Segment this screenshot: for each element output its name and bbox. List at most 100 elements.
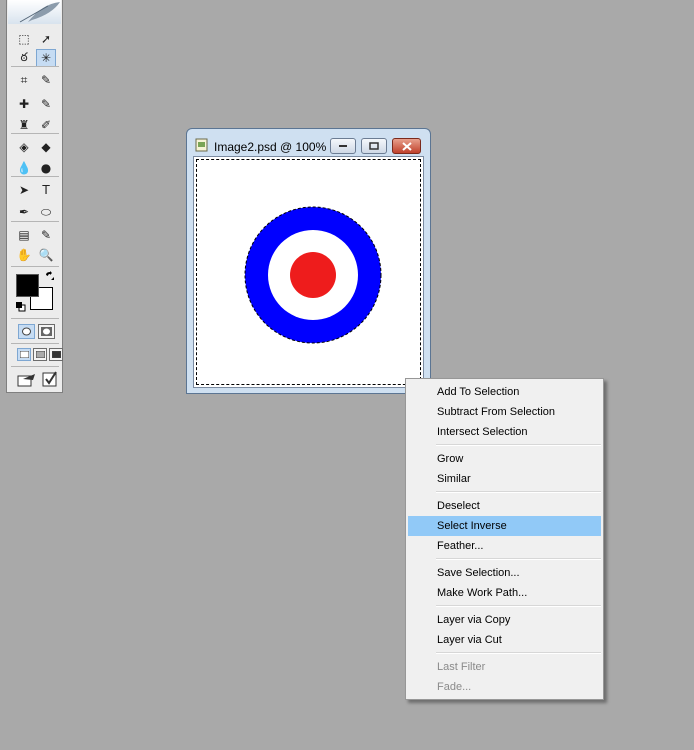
notes-tool-button[interactable]: ▤ [14, 226, 34, 244]
tool-presets-button[interactable] [40, 370, 60, 388]
ellipse-shape-tool-button[interactable]: ⬭ [36, 203, 56, 221]
toolbox-divider [11, 133, 59, 134]
brush-tool-button[interactable]: ✎ [36, 95, 56, 113]
menu-separator [436, 444, 601, 446]
dodge-icon: ● [40, 161, 52, 175]
menu-item-similar[interactable]: Similar [408, 469, 601, 489]
full-screen-menu-mode-button[interactable] [33, 348, 47, 361]
menu-item-make-work-path[interactable]: Make Work Path... [408, 583, 601, 603]
menu-item-select-inverse[interactable]: Select Inverse [408, 516, 601, 536]
menu-item-layer-via-cut[interactable]: Layer via Cut [408, 630, 601, 650]
eraser-icon: ◈ [19, 140, 29, 154]
hand-tool-button[interactable]: ✋ [14, 246, 34, 264]
toolbox-divider [11, 176, 59, 177]
toolbox-divider [11, 66, 59, 67]
pen-tool-button[interactable]: ✒ [14, 203, 34, 221]
type-tool-button[interactable]: T [36, 181, 56, 199]
close-button[interactable] [392, 138, 421, 154]
psd-document-icon [195, 138, 208, 152]
menu-item-deselect[interactable]: Deselect [408, 496, 601, 516]
maximize-button[interactable] [361, 138, 387, 154]
magic-wand-tool-button[interactable]: ✳ [36, 49, 56, 67]
eyedropper-icon: ✎ [40, 228, 52, 242]
menu-item-feather[interactable]: Feather... [408, 536, 601, 556]
foreground-color-swatch[interactable] [16, 274, 39, 297]
hand-icon: ✋ [16, 248, 32, 262]
toolbox-divider [11, 266, 59, 267]
dodge-tool-button[interactable]: ● [36, 159, 56, 177]
menu-item-last-filter[interactable]: Last Filter [408, 657, 601, 677]
document-title: Image2.psd @ 100% (... [214, 140, 344, 154]
standard-mode-button[interactable] [18, 324, 35, 339]
minimize-icon [339, 145, 347, 147]
magic-wand-icon: ✳ [40, 51, 52, 65]
quick-mask-mode-button[interactable] [38, 324, 55, 339]
menu-separator [436, 558, 601, 560]
blur-tool-button[interactable]: 💧 [14, 159, 34, 177]
jump-to-imageready-button[interactable] [16, 370, 38, 388]
history-brush-icon: ✐ [40, 118, 52, 132]
menu-item-subtract-from-selection[interactable]: Subtract From Selection [408, 402, 601, 422]
menu-item-layer-via-copy[interactable]: Layer via Copy [408, 610, 601, 630]
screen-mode-menu-icon [35, 351, 45, 358]
screen-mode-standard-icon [19, 351, 29, 358]
menu-item-save-selection[interactable]: Save Selection... [408, 563, 601, 583]
feather-logo-icon [19, 2, 60, 23]
zoom-tool-button[interactable]: 🔍 [36, 246, 56, 264]
eraser-tool-button[interactable]: ◈ [14, 138, 34, 156]
quick-mask-icon [41, 327, 52, 336]
default-colors-icon[interactable] [16, 302, 26, 312]
paint-bucket-tool-button[interactable]: ◆ [36, 138, 56, 156]
menu-item-fade[interactable]: Fade... [408, 677, 601, 697]
menu-item-add-to-selection[interactable]: Add To Selection [408, 382, 601, 402]
type-icon: T [42, 183, 50, 197]
swap-colors-icon[interactable] [45, 271, 55, 281]
healing-brush-icon: ✚ [18, 97, 30, 111]
toolbox-divider [11, 366, 59, 367]
slice-icon: ✎ [40, 73, 52, 87]
image-canvas[interactable] [193, 156, 424, 388]
toolbox-header-feather[interactable] [8, 0, 61, 24]
roundel-target-image [244, 206, 382, 344]
rectangular-marquee-tool-button[interactable]: ⬚ [14, 30, 34, 48]
target-inner-circle [290, 252, 336, 298]
menu-separator [436, 605, 601, 607]
notes-icon: ▤ [18, 228, 30, 242]
tools-palette: ⬚ ➚ ఠ ✳ ⌗ ✎ ✚ ✎ ♜ ✐ ◈ ◆ 💧 ● ➤ T ✒ ⬭ ▤ ✎ ✋ 🔍 [6, 0, 63, 393]
full-screen-mode-button[interactable] [49, 348, 63, 361]
close-icon [401, 141, 412, 151]
zoom-icon: 🔍 [38, 248, 54, 262]
path-selection-tool-button[interactable]: ➤ [14, 181, 34, 199]
document-title-bar[interactable]: Image2.psd @ 100% (... [187, 129, 430, 157]
eyedropper-tool-button[interactable]: ✎ [36, 226, 56, 244]
move-tool-button[interactable]: ➚ [36, 30, 56, 48]
lasso-icon: ఠ [20, 49, 28, 64]
clone-stamp-icon: ♜ [18, 118, 30, 132]
menu-separator [436, 491, 601, 493]
minimize-button[interactable] [330, 138, 356, 154]
imageready-jump-icon [17, 374, 35, 387]
crop-tool-button[interactable]: ⌗ [14, 71, 34, 89]
selection-context-menu: Add To Selection Subtract From Selection I… [405, 378, 604, 700]
document-window: Image2.psd @ 100% (... [186, 128, 431, 394]
clone-stamp-tool-button[interactable]: ♜ [14, 116, 34, 134]
standard-mode-icon [22, 327, 31, 336]
screen-mode-full-icon [51, 351, 61, 358]
lasso-tool-button[interactable]: ఠ [14, 49, 34, 67]
toolbox-divider [11, 221, 59, 222]
toolbox-divider [11, 318, 59, 319]
ellipse-shape-icon: ⬭ [40, 204, 52, 219]
standard-screen-mode-button[interactable] [17, 348, 31, 361]
brush-icon: ✎ [40, 97, 52, 111]
maximize-icon [369, 142, 379, 150]
menu-item-grow[interactable]: Grow [408, 449, 601, 469]
rectangular-marquee-icon: ⬚ [18, 32, 30, 46]
menu-item-intersect-selection[interactable]: Intersect Selection [408, 422, 601, 442]
history-brush-tool-button[interactable]: ✐ [36, 116, 56, 134]
slice-tool-button[interactable]: ✎ [36, 71, 56, 89]
path-selection-icon: ➤ [18, 183, 30, 197]
checkmark-page-icon [42, 371, 57, 387]
move-icon: ➚ [40, 32, 52, 46]
blur-icon: 💧 [16, 161, 32, 175]
healing-brush-tool-button[interactable]: ✚ [14, 95, 34, 113]
